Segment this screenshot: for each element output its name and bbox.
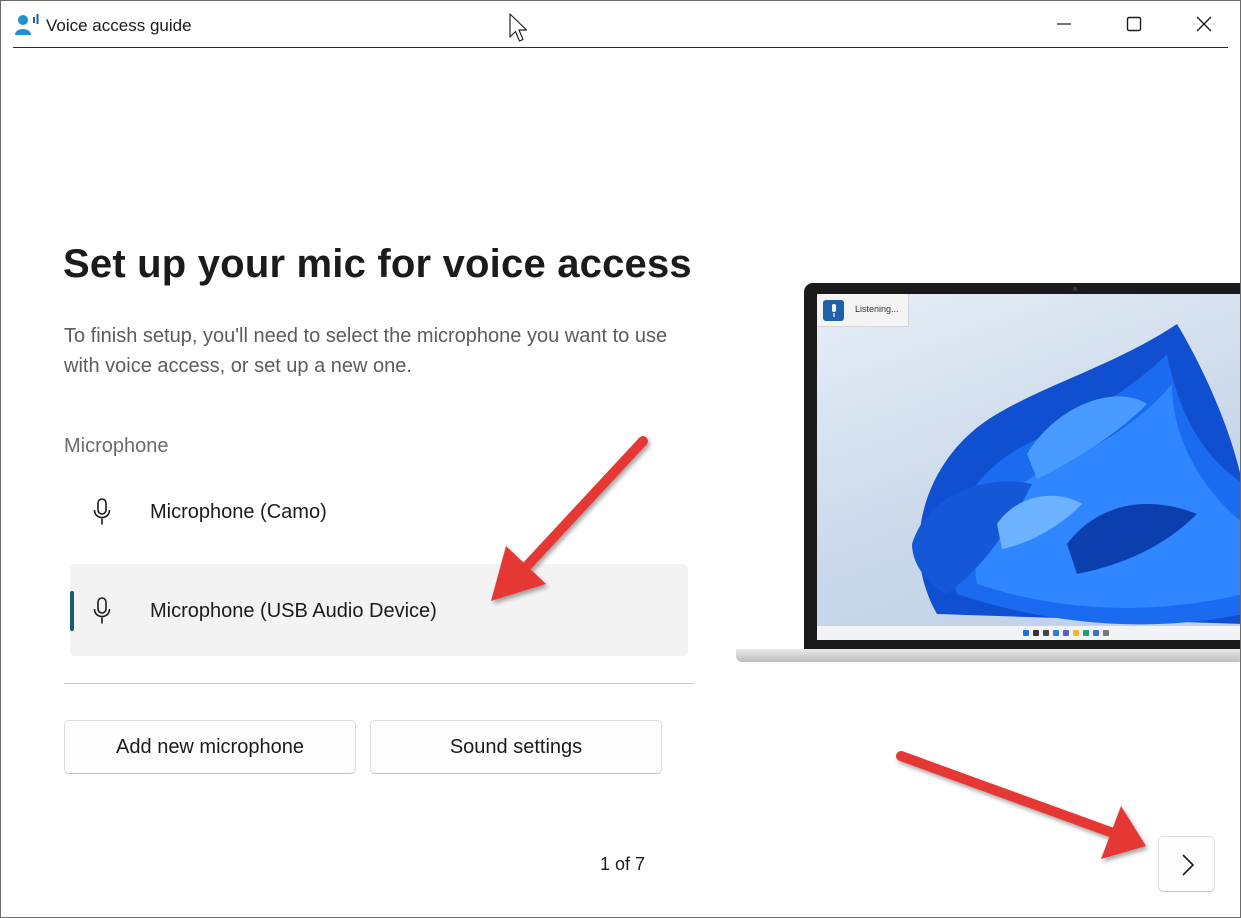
selected-indicator xyxy=(70,591,74,631)
settings-icon xyxy=(1103,630,1109,636)
close-button[interactable] xyxy=(1169,1,1239,47)
microphone-option-camo[interactable]: Microphone (Camo) xyxy=(70,465,688,557)
microphone-icon xyxy=(832,304,836,317)
file-explorer-icon xyxy=(1073,630,1079,636)
chat-icon xyxy=(1063,630,1069,636)
mouse-cursor-icon xyxy=(509,13,528,42)
close-icon xyxy=(1196,16,1212,32)
voice-access-mic-button xyxy=(823,300,844,321)
edge-icon xyxy=(1083,630,1089,636)
voice-access-guide-window: Voice access guide Set up your mic for v… xyxy=(0,0,1241,918)
window-title: Voice access guide xyxy=(46,16,192,35)
section-divider xyxy=(64,683,694,684)
maximize-icon xyxy=(1126,16,1142,32)
microphone-option-label: Microphone (Camo) xyxy=(150,501,327,523)
start-icon xyxy=(1023,630,1029,636)
voice-access-bar: Listening... xyxy=(817,294,909,327)
task-view-icon xyxy=(1043,630,1049,636)
laptop-base xyxy=(736,649,1240,662)
microphone-option-usb-audio-device[interactable]: Microphone (USB Audio Device) xyxy=(70,564,688,656)
search-icon xyxy=(1033,630,1039,636)
maximize-button[interactable] xyxy=(1099,1,1169,47)
microphone-icon xyxy=(93,597,111,624)
widgets-icon xyxy=(1053,630,1059,636)
store-icon xyxy=(1093,630,1099,636)
laptop-screen: Listening... xyxy=(817,294,1240,640)
page-indicator: 1 of 7 xyxy=(600,854,646,874)
microphone-option-label: Microphone (USB Audio Device) xyxy=(150,600,437,622)
sound-settings-button[interactable]: Sound settings xyxy=(370,720,662,774)
microphone-icon xyxy=(93,498,111,525)
chevron-right-icon xyxy=(1182,854,1195,876)
taskbar xyxy=(817,626,1240,640)
minimize-button[interactable] xyxy=(1029,1,1099,47)
microphone-section-label: Microphone xyxy=(64,435,169,457)
add-new-microphone-button[interactable]: Add new microphone xyxy=(64,720,356,774)
page-heading: Set up your mic for voice access xyxy=(63,242,692,286)
laptop-illustration: Listening... xyxy=(736,283,1240,663)
title-bar: Voice access guide xyxy=(1,1,1240,48)
windows-bloom-wallpaper xyxy=(912,324,1240,625)
laptop-camera xyxy=(1073,287,1077,291)
next-page-button[interactable] xyxy=(1158,836,1215,892)
title-bar-divider xyxy=(13,47,1228,48)
minimize-icon xyxy=(1057,23,1071,25)
voice-access-status: Listening... xyxy=(855,304,899,314)
voice-access-app-icon xyxy=(15,14,39,35)
page-description: To finish setup, you'll need to select t… xyxy=(64,325,668,377)
